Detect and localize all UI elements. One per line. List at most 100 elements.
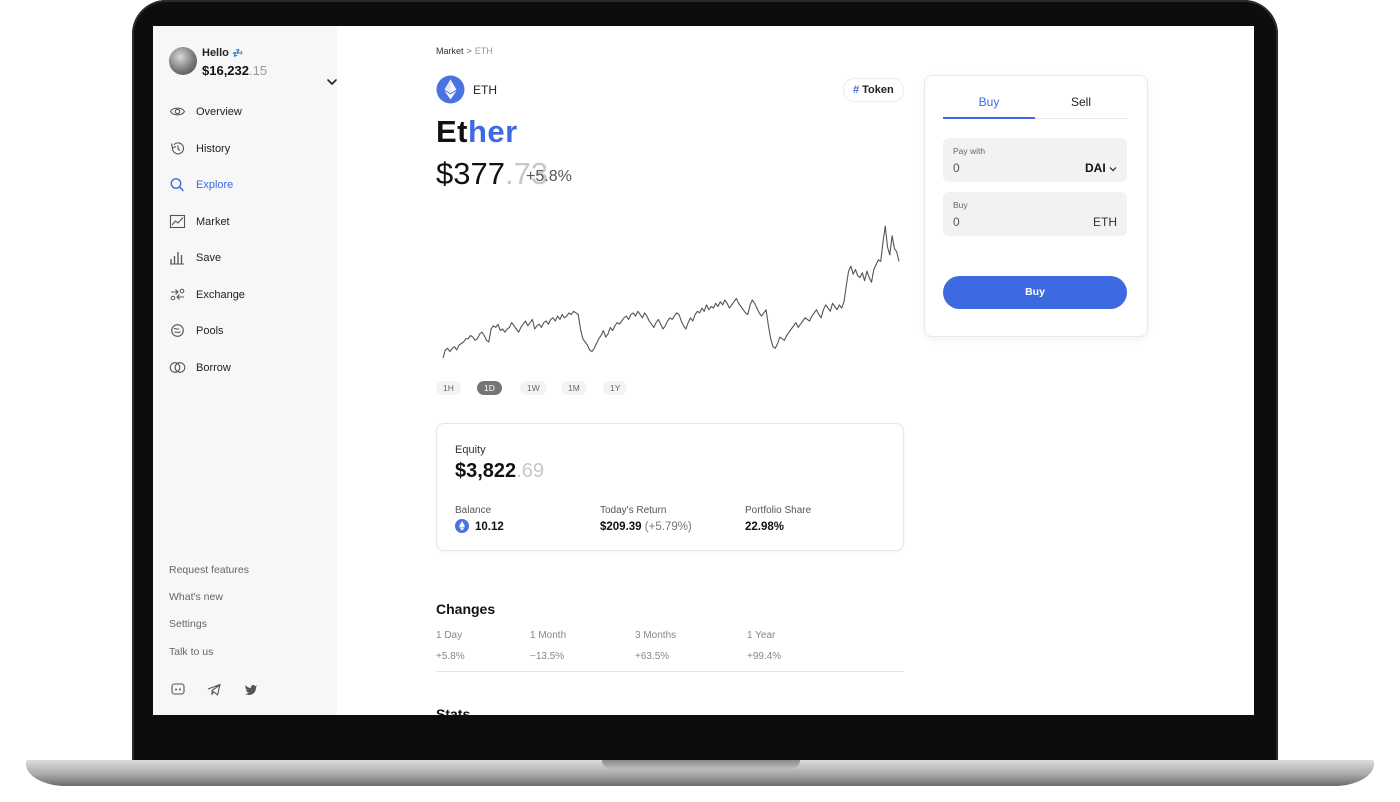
todays-return-value: $209.39 (+5.79%)	[600, 521, 692, 533]
change-3months-value: +63.5%	[635, 651, 670, 662]
divider	[436, 671, 904, 672]
stats-heading: Stats	[436, 706, 471, 715]
sidebar-item-history[interactable]: History	[169, 139, 319, 159]
hash-icon: #	[853, 84, 860, 96]
return-amount: $209.39	[600, 521, 642, 533]
change-1year-label: 1 Year	[747, 630, 776, 641]
range-1m[interactable]: 1M	[561, 381, 587, 395]
sidebar-item-pools[interactable]: Pools	[169, 321, 319, 341]
pay-asset-label: DAI	[1084, 161, 1106, 175]
chevron-down-icon	[1109, 167, 1117, 172]
sidebar-item-explore[interactable]: Explore	[169, 175, 319, 195]
sidebar-item-exchange[interactable]: Exchange	[169, 285, 319, 305]
balance-cents: .15	[249, 63, 268, 78]
talk-to-us-link[interactable]: Talk to us	[169, 646, 213, 658]
equity-value-main: $3,822	[455, 460, 517, 482]
sidebar-item-label: Borrow	[196, 362, 231, 374]
sidebar-item-label: Market	[196, 216, 230, 228]
telegram-icon[interactable]	[207, 683, 221, 696]
range-1h[interactable]: 1H	[436, 381, 461, 395]
greeting-text: Hello	[202, 47, 229, 59]
price-chart[interactable]	[439, 222, 903, 362]
asset-name-part2: her	[468, 114, 518, 149]
buy-button[interactable]: Buy	[943, 276, 1127, 309]
asset-name: Ether	[436, 114, 518, 150]
eye-icon	[169, 107, 186, 116]
history-icon	[170, 142, 185, 155]
borrow-icon	[169, 362, 186, 373]
account-switcher[interactable]: Hello 💤 $16,232.15	[169, 47, 337, 85]
request-features-link[interactable]: Request features	[169, 564, 249, 576]
buy-asset-label: ETH	[1093, 215, 1117, 229]
active-tab-indicator	[943, 117, 1035, 119]
price-series-line	[442, 225, 900, 359]
sidebar-item-label: Explore	[196, 179, 234, 191]
chevron-down-icon[interactable]	[325, 75, 339, 89]
breadcrumb-separator: >	[466, 46, 472, 56]
asset-ticker: ETH	[473, 83, 497, 97]
buy-amount-input[interactable]: 0	[953, 215, 960, 229]
tab-sell[interactable]: Sell	[1035, 95, 1127, 109]
range-1d[interactable]: 1D	[477, 381, 502, 395]
greeting: Hello 💤	[202, 47, 243, 59]
pay-with-label: Pay with	[953, 146, 986, 156]
balance-value: 10.12	[475, 521, 504, 533]
change-1month-label: 1 Month	[530, 630, 567, 641]
sidebar-item-label: Overview	[196, 106, 242, 118]
changes-heading: Changes	[436, 601, 496, 617]
range-1w[interactable]: 1W	[520, 381, 547, 395]
account-balance: $16,232.15	[202, 63, 267, 78]
tab-buy[interactable]: Buy	[943, 95, 1035, 109]
buy-field[interactable]: Buy 0 ETH	[943, 192, 1127, 236]
asset-name-part1: Et	[436, 114, 468, 149]
sidebar: Hello 💤 $16,232.15 Overview History Expl…	[153, 26, 337, 715]
sidebar-item-label: Save	[196, 252, 222, 264]
breadcrumb: Market > ETH	[436, 46, 493, 56]
portfolio-share-label: Portfolio Share	[745, 505, 812, 516]
sidebar-item-save[interactable]: Save	[169, 248, 319, 268]
portfolio-share-value: 22.98%	[745, 521, 785, 533]
todays-return-label: Today's Return	[600, 505, 667, 516]
change-1day-value: +5.8%	[436, 651, 465, 662]
sleep-emoji: 💤	[231, 48, 244, 58]
app-screen: Hello 💤 $16,232.15 Overview History Expl…	[153, 26, 1254, 715]
change-1day-label: 1 Day	[436, 630, 463, 641]
change-3months-label: 3 Months	[635, 630, 677, 641]
pay-with-field[interactable]: Pay with 0 DAI	[943, 138, 1127, 182]
price-change: +5.8%	[526, 168, 572, 185]
pools-icon	[171, 324, 184, 337]
whats-new-link[interactable]: What's new	[169, 591, 223, 603]
discord-icon[interactable]	[171, 683, 185, 696]
settings-link[interactable]: Settings	[169, 618, 207, 630]
chart-icon	[169, 214, 186, 229]
equity-value-decimals: .69	[516, 460, 544, 482]
trade-panel: Buy Sell Pay with 0 DAI Buy 0 ETH Buy	[924, 75, 1148, 337]
ethereum-logo-icon	[436, 75, 465, 104]
token-tag-label: Token	[862, 84, 894, 96]
sidebar-item-market[interactable]: Market	[169, 212, 319, 232]
exchange-icon	[170, 288, 185, 301]
laptop-notch	[602, 760, 800, 769]
sidebar-item-overview[interactable]: Overview	[169, 102, 319, 122]
buy-field-label: Buy	[953, 200, 968, 210]
sidebar-item-label: Exchange	[196, 289, 245, 301]
equity-label: Equity	[455, 444, 486, 456]
bars-icon	[170, 252, 184, 265]
equity-value: $3,822.69	[455, 460, 544, 483]
breadcrumb-market-link[interactable]: Market	[436, 46, 464, 56]
balance-label: Balance	[455, 505, 492, 516]
change-1month-value: −13.5%	[530, 651, 565, 662]
twitter-icon[interactable]	[244, 683, 258, 696]
breadcrumb-current: ETH	[474, 46, 493, 56]
equity-card: Equity $3,822.69 Balance 10.12 Today's R…	[436, 423, 904, 551]
sidebar-item-label: Pools	[196, 325, 224, 337]
search-icon	[170, 178, 184, 192]
price-main: $377	[436, 156, 505, 191]
sidebar-item-borrow[interactable]: Borrow	[169, 358, 319, 378]
pay-amount-input[interactable]: 0	[953, 161, 960, 175]
sidebar-item-label: History	[196, 143, 231, 155]
range-1y[interactable]: 1Y	[603, 381, 628, 395]
pay-asset-select[interactable]: DAI	[1085, 161, 1117, 175]
token-tag[interactable]: # Token	[843, 78, 904, 102]
return-percent: (+5.79%)	[644, 521, 692, 533]
